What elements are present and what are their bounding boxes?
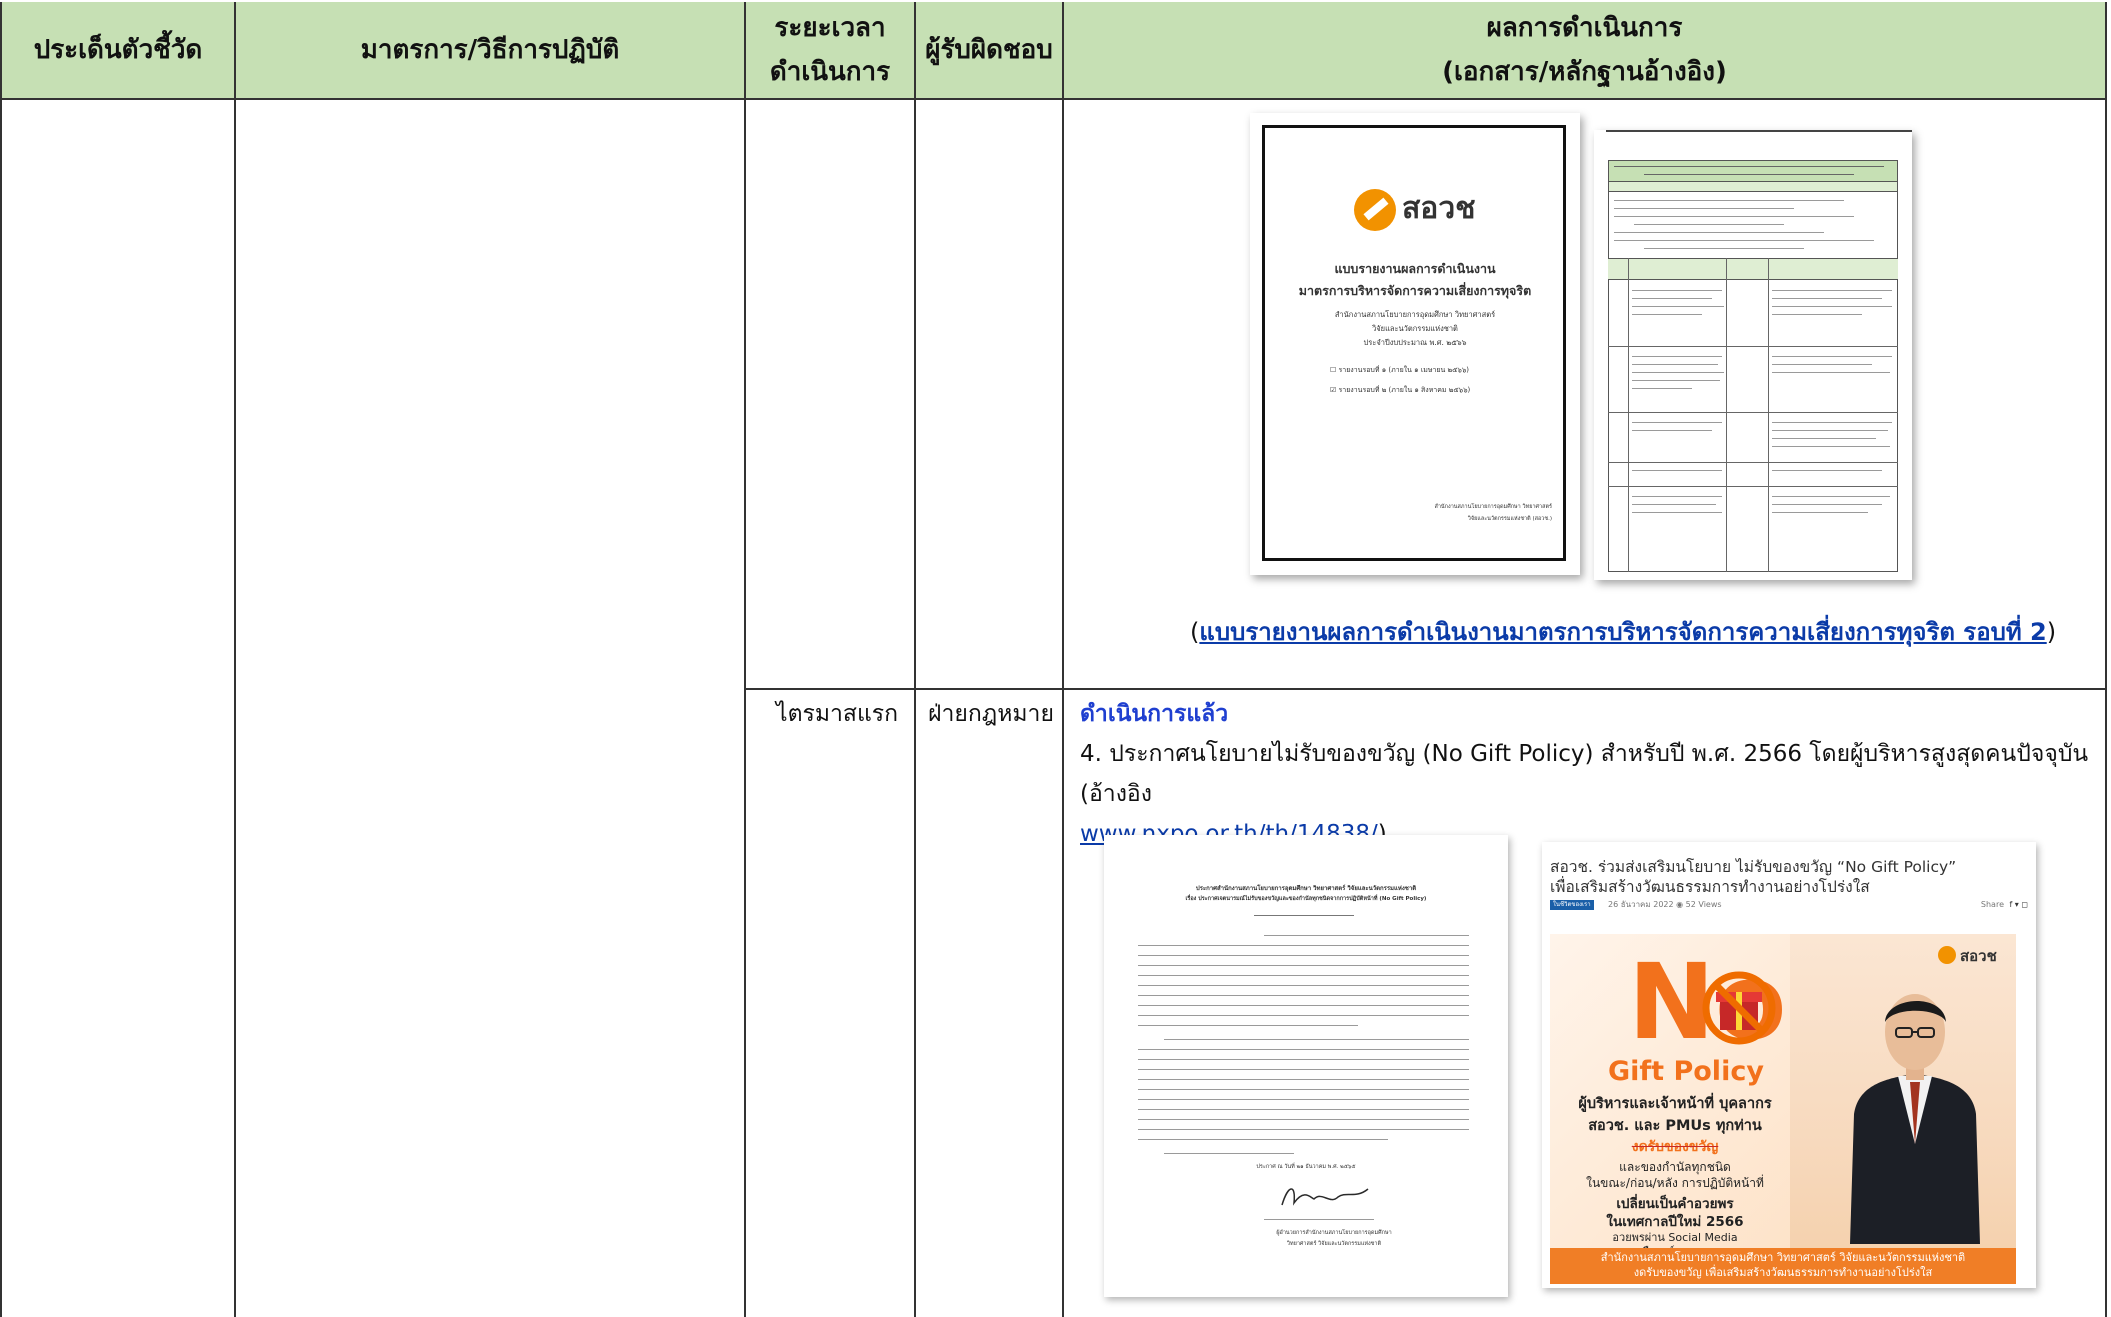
grid-line — [1062, 100, 1064, 1317]
header-result-line1: ผลการดำเนินการ — [1486, 13, 1683, 43]
announcement-date: ประกาศ ณ วันที่ ๒๑ ธันวาคม พ.ศ. ๒๕๖๕ — [1256, 1164, 1356, 1170]
poster-logo-text: สอวช — [1960, 947, 1997, 965]
header-period: ระยะเวลา ดำเนินการ — [746, 2, 916, 100]
poster-footer-2: งดรับของขวัญ เพื่อเสริมสร้างวัฒนธรรมการท… — [1633, 1266, 1933, 1279]
header-indicator-label: ประเด็นตัวชี้วัด — [33, 35, 203, 65]
eye-icon: ◉ — [1676, 900, 1684, 909]
share-label: Share — [1980, 900, 2004, 909]
news-date: 26 ธันวาคม 2022 — [1608, 900, 1674, 909]
header-period-line1: ระยะเวลา — [774, 13, 886, 43]
announcement-title-2: เรื่อง ประกาศเจตนารมณ์ไม่รับของขวัญและขอ… — [1185, 896, 1427, 902]
header-indicator: ประเด็นตัวชี้วัด — [0, 2, 236, 100]
cover-footer-2: วิจัยและนวัตกรรมแห่งชาติ (สอวช.) — [1467, 516, 1552, 522]
header-owner: ผู้รับผิดชอบ — [916, 2, 1064, 100]
cover-logo-text: สอวช — [1402, 191, 1476, 226]
header-measure-label: มาตรการ/วิธีการปฏิบัติ — [360, 35, 620, 65]
header-period-line2: ดำเนินการ — [769, 57, 891, 87]
report-caption: (แบบรายงานผลการดำเนินงานมาตรการบริหารจัด… — [1190, 612, 2056, 652]
no-gift-poster: No Gift Policy ผู้บริหารและเจ้าหน้าที่ บ… — [1550, 934, 2016, 1284]
report-table-page — [1594, 130, 1912, 580]
poster-line-2: สอวช. และ PMUs ทุกท่าน — [1588, 1118, 1762, 1134]
header-measure: มาตรการ/วิธีการปฏิบัติ — [236, 2, 746, 100]
row2-status: ดำเนินการแล้ว — [1080, 701, 1229, 727]
caption-close-paren: ) — [2046, 618, 2057, 646]
poster-line-1: ผู้บริหารและเจ้าหน้าที่ บุคลากร — [1578, 1096, 1772, 1112]
social-share-icons[interactable]: f ▾ ◻ — [2009, 899, 2028, 910]
poster-line-3: งดรับของขวัญ — [1631, 1139, 1719, 1155]
cover-title-1: แบบรายงานผลการดำเนินงาน — [1334, 261, 1496, 276]
report-cover-document: สอวช แบบรายงานผลการดำเนินงาน มาตรการบริห… — [1250, 113, 1580, 575]
poster-line-5: ในขณะ/ก่อน/หลัง การปฏิบัติหน้าที่ — [1586, 1176, 1764, 1190]
header-owner-label: ผู้รับผิดชอบ — [925, 35, 1053, 65]
announcement-document: ประกาศสำนักงานสภานโยบายการอุดมศึกษา วิทย… — [1104, 835, 1508, 1297]
news-category-tag[interactable]: ในชีวิตของเรา — [1550, 900, 1594, 910]
poster-gift-policy: Gift Policy — [1608, 1056, 1764, 1087]
cover-org-1: สำนักงานสภานโยบายการอุดมศึกษา วิทยาศาสตร… — [1334, 310, 1496, 319]
report-link[interactable]: แบบรายงานผลการดำเนินงานมาตรการบริหารจัดก… — [1199, 618, 2046, 646]
grid-line — [2105, 100, 2107, 1317]
header-result-line2: (เอกสาร/หลักฐานอ้างอิง) — [1442, 57, 1727, 87]
header-result: ผลการดำเนินการ (เอกสาร/หลักฐานอ้างอิง) — [1064, 2, 2107, 100]
report-table: ประเด็นตัวชี้วัด มาตรการ/วิธีการปฏิบัติ … — [0, 0, 2111, 1317]
grid-line — [0, 100, 2, 1317]
poster-logo-icon — [1938, 946, 1956, 964]
grid-line — [234, 100, 236, 1317]
signature-icon — [1281, 1188, 1369, 1206]
news-headline-2: เพื่อเสริมสร้างวัฒนธรรมการทำงานอย่างโปร่… — [1550, 878, 1870, 896]
news-article: สอวช. ร่วมส่งเสริมนโยบาย ไม่รับของขวัญ “… — [1542, 842, 2036, 1288]
cover-round-2: ☑ รายงานรอบที่ ๒ (ภายใน ๑ สิงหาคม ๒๕๖๖) — [1330, 386, 1471, 394]
cover-org-2: วิจัยและนวัตกรรมแห่งชาติ — [1372, 324, 1458, 333]
grid-line — [744, 100, 746, 1317]
news-views: 52 Views — [1685, 900, 1722, 909]
announcement-title-1: ประกาศสำนักงานสภานโยบายการอุดมศึกษา วิทย… — [1195, 885, 1417, 892]
announcement-signer-2: วิทยาศาสตร์ วิจัยและนวัตกรรมแห่งชาติ — [1286, 1241, 1382, 1247]
row2-owner: ฝ่ายกฎหมาย — [928, 701, 1054, 727]
cover-round-1: ☐ รายงานรอบที่ ๑ (ภายใน ๑ เมษายน ๒๕๖๖) — [1330, 366, 1470, 374]
row2-desc-text: 4. ประกาศนโยบายไม่รับของขวัญ (No Gift Po… — [1080, 741, 2089, 807]
no-gift-forbidden-icon — [1702, 971, 1776, 1045]
caption-open-paren: ( — [1190, 618, 1200, 646]
row-separator — [744, 688, 2107, 690]
row2-period: ไตรมาสแรก — [776, 701, 899, 727]
announcement-signer: ผู้อำนวยการสำนักงานสภานโยบายการอุดมศึกษา — [1276, 1230, 1392, 1236]
executive-portrait-icon — [1850, 994, 1980, 1244]
nxpo-logo-icon — [1354, 189, 1396, 231]
cover-title-2: มาตรการบริหารจัดการความเสี่ยงการทุจริต — [1298, 283, 1532, 298]
cover-fiscal-year: ประจำปีงบประมาณ พ.ศ. ๒๕๖๖ — [1363, 338, 1467, 347]
cover-footer-1: สำนักงานสภานโยบายการอุดมศึกษา วิทยาศาสตร… — [1434, 504, 1552, 510]
news-meta: 26 ธันวาคม 2022 ◉ 52 Views — [1608, 900, 1722, 910]
grid-line — [914, 100, 916, 1317]
